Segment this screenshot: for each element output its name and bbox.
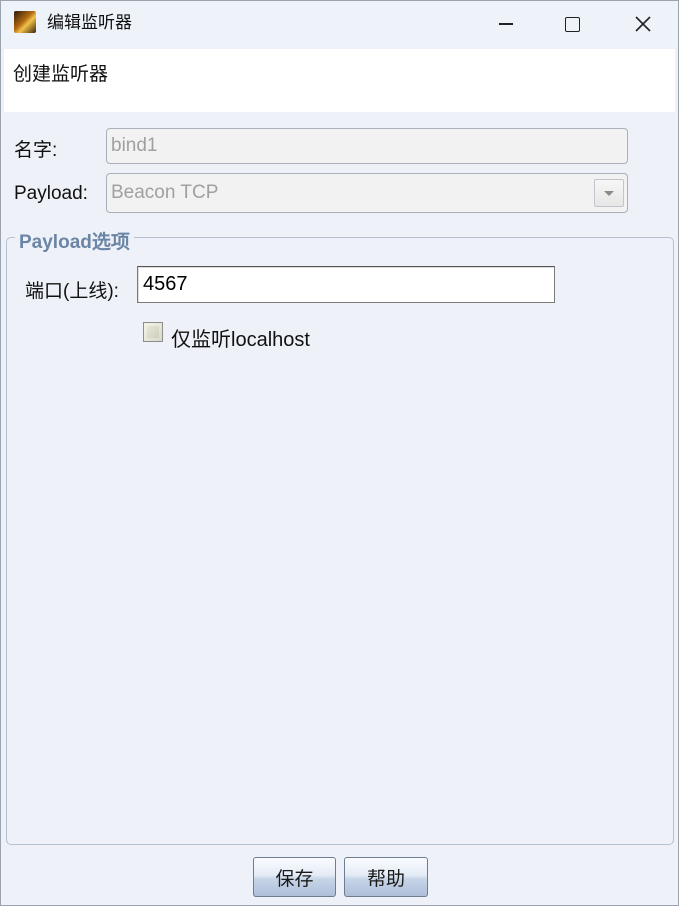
localhost-checkbox[interactable] [143, 322, 163, 342]
maximize-icon [564, 16, 580, 32]
name-value: bind1 [111, 135, 158, 156]
close-icon [635, 16, 651, 32]
minimize-button[interactable] [471, 1, 541, 47]
payload-select[interactable]: Beacon TCP [106, 173, 628, 213]
save-button[interactable]: 保存 [253, 857, 336, 897]
payload-options-group [6, 237, 674, 845]
close-button[interactable] [608, 1, 678, 47]
banner-text: 创建监听器 [13, 63, 109, 85]
name-field[interactable]: bind1 [106, 128, 628, 164]
payload-value: Beacon TCP [111, 182, 219, 203]
app-icon [14, 11, 36, 33]
port-input[interactable]: 4567 [137, 266, 555, 303]
window-title: 编辑监听器 [47, 13, 132, 33]
title-bar[interactable]: 编辑监听器 [1, 1, 678, 47]
header-banner: 创建监听器 [4, 49, 675, 112]
minimize-icon [499, 23, 513, 25]
dropdown-button[interactable] [594, 179, 624, 207]
payload-label: Payload: [14, 183, 88, 204]
maximize-button[interactable] [537, 1, 607, 47]
dialog-window: 编辑监听器 创建监听器 名字: bind1 Payload: Beacon TC… [0, 0, 679, 906]
port-label: 端口(上线): [25, 281, 119, 302]
localhost-label[interactable]: 仅监听localhost [171, 323, 310, 352]
help-button[interactable]: 帮助 [344, 857, 428, 897]
port-value: 4567 [143, 273, 188, 295]
group-title: Payload选项 [15, 227, 134, 254]
name-label: 名字: [14, 140, 58, 161]
chevron-down-icon [604, 190, 614, 196]
